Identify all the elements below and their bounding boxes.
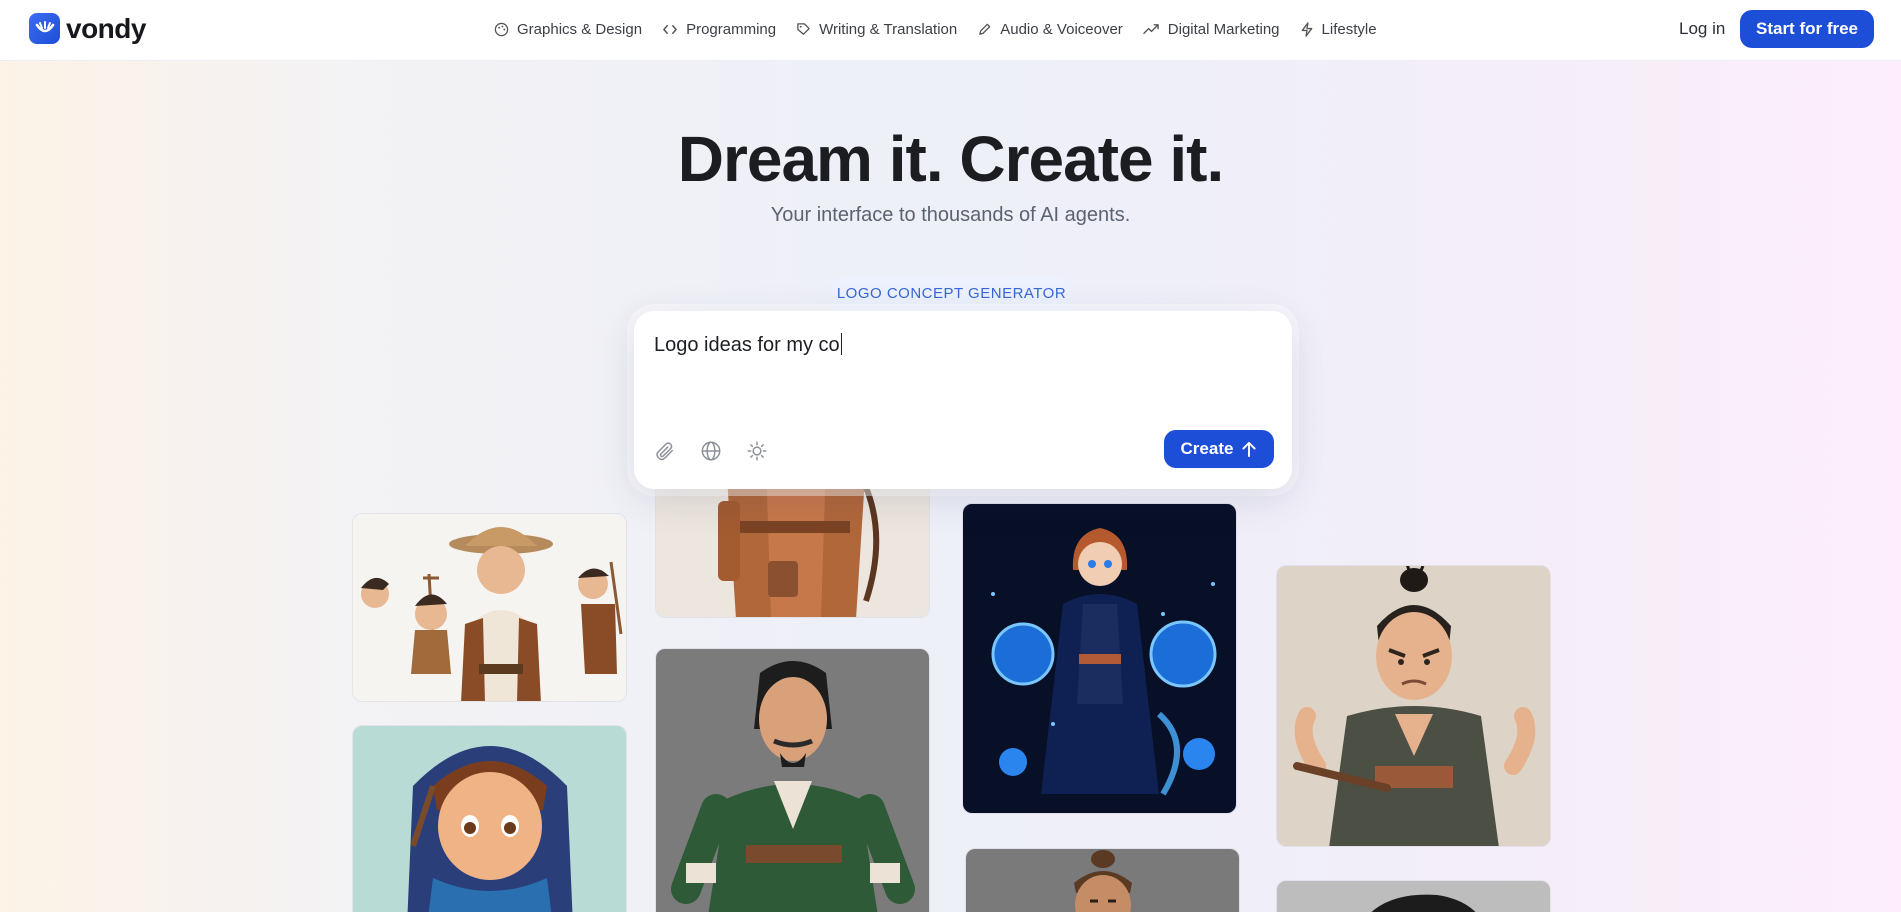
- vondy-logo-icon: [29, 13, 60, 44]
- trend-up-icon: [1143, 23, 1159, 34]
- gallery-image-topknot-character[interactable]: [965, 848, 1240, 912]
- globe-icon: [701, 441, 721, 461]
- gallery-image-scarf-archer-boy[interactable]: [352, 725, 627, 912]
- nav-label: Lifestyle: [1321, 20, 1377, 38]
- vondy-logo[interactable]: vondy: [29, 13, 146, 44]
- web-search-toggle[interactable]: [698, 438, 724, 464]
- palette-icon: [494, 22, 509, 36]
- pen-icon: [979, 23, 991, 35]
- gallery-image-dark-haired-character[interactable]: [1276, 880, 1551, 912]
- login-link[interactable]: Log in: [1679, 19, 1725, 39]
- nav-label: Graphics & Design: [517, 20, 643, 38]
- nav-item-graphics-design[interactable]: Graphics & Design: [494, 21, 642, 38]
- text-caret: [840, 333, 842, 355]
- pen-tag-icon: [797, 22, 810, 35]
- create-button[interactable]: Create: [1164, 430, 1274, 468]
- nav-item-lifestyle[interactable]: Lifestyle: [1300, 21, 1377, 38]
- arrow-up-icon: [1242, 441, 1257, 457]
- hero-title: Dream it. Create it.: [677, 123, 1225, 195]
- gallery-image-green-warrior[interactable]: [655, 648, 930, 912]
- gallery-image-samurai-man[interactable]: [1276, 565, 1551, 847]
- attach-button[interactable]: [652, 438, 678, 464]
- agent-name-tab[interactable]: LOGO CONCEPT GENERATOR: [832, 276, 1071, 312]
- code-icon: [663, 24, 677, 34]
- bolt-icon: [1301, 21, 1312, 37]
- nav-label: Writing & Translation: [819, 20, 958, 38]
- create-button-label: Create: [1180, 439, 1234, 458]
- nav-item-writing-translation[interactable]: Writing & Translation: [796, 21, 957, 38]
- prompt-input[interactable]: Logo ideas for my co: [654, 333, 842, 357]
- nav-item-audio-voiceover[interactable]: Audio & Voiceover: [977, 21, 1123, 38]
- nav-item-programming[interactable]: Programming: [662, 21, 776, 38]
- brand-name: vondy: [66, 12, 146, 44]
- paperclip-icon: [656, 442, 674, 461]
- start-for-free-button[interactable]: Start for free: [1740, 10, 1874, 48]
- nav-label: Programming: [686, 20, 777, 38]
- nav-label: Digital Marketing: [1167, 20, 1280, 38]
- category-nav: Graphics & Design Programming Writing & …: [494, 0, 1397, 58]
- nav-item-digital-marketing[interactable]: Digital Marketing: [1143, 21, 1280, 38]
- sun-icon: [747, 441, 767, 461]
- top-navbar: vondy Graphics & Design Programming Writ…: [0, 0, 1901, 61]
- prompt-input-value: Logo ideas for my co: [654, 334, 840, 356]
- gallery-image-cowboy-archer[interactable]: [352, 513, 627, 702]
- prompt-card: Logo ideas for my co Create: [634, 311, 1292, 489]
- hero-subtitle: Your interface to thousands of AI agents…: [770, 204, 1131, 226]
- nav-label: Audio & Voiceover: [1000, 20, 1123, 38]
- gallery-image-cosmic-mage[interactable]: [962, 503, 1237, 814]
- settings-toggle[interactable]: [744, 438, 770, 464]
